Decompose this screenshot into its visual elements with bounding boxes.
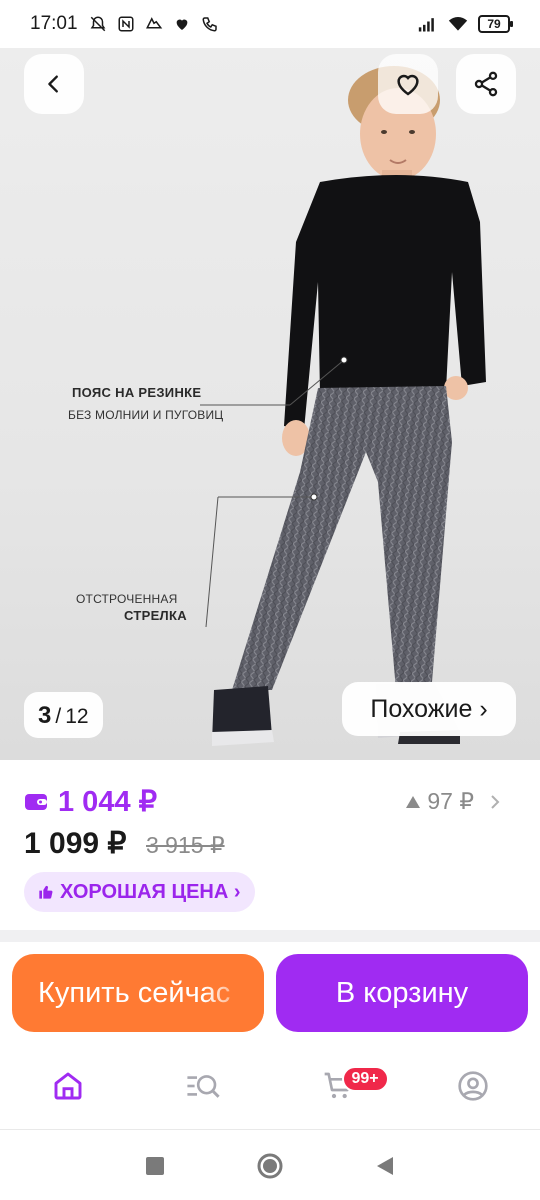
- thumbs-up-icon: [39, 885, 53, 899]
- mute-bell-icon: [88, 14, 108, 34]
- chevron-right-icon: [491, 794, 500, 809]
- section-divider: [0, 930, 540, 942]
- points-amount: 97 ₽: [427, 788, 474, 814]
- old-price: 3 915 ₽: [146, 832, 225, 858]
- image-counter: 3 / 12: [24, 692, 103, 738]
- good-price-label: ХОРОШАЯ ЦЕНА ›: [60, 880, 241, 903]
- image-counter-current: 3: [38, 702, 52, 729]
- favorite-button[interactable]: [378, 54, 438, 114]
- wifi-call-icon: [200, 14, 220, 34]
- status-time: 17:01: [30, 13, 78, 34]
- nav-profile[interactable]: [443, 1056, 503, 1116]
- product-image-gallery[interactable]: ПОЯС НА РЕЗИНКЕ БЕЗ МОЛНИИ И ПУГОВИЦ ОТС…: [0, 42, 540, 760]
- catalog-search-icon: [186, 1074, 220, 1098]
- image-counter-total: 12: [65, 705, 89, 728]
- triangle-up-icon: [406, 795, 421, 808]
- wallet-icon: [25, 793, 47, 810]
- waist-annotation-title: ПОЯС НА РЕЗИНКЕ: [72, 385, 202, 400]
- nav-catalog[interactable]: [173, 1056, 233, 1116]
- wallet-price[interactable]: 1 044 ₽: [24, 784, 157, 819]
- share-icon: [474, 71, 498, 97]
- share-button[interactable]: [456, 54, 516, 114]
- home-icon: [54, 1072, 81, 1099]
- wifi-icon: [448, 14, 468, 34]
- wallet-price-amount: 1 044 ₽: [58, 786, 158, 818]
- price-card: 1 044 ₽ 97 ₽ 1 099 ₽ 3 915 ₽ ХОРОШАЯ ЦЕН…: [0, 760, 540, 930]
- running-shoe-icon: [144, 14, 164, 34]
- status-bar: 17:01 79: [0, 0, 540, 48]
- current-price: 1 099 ₽: [24, 827, 127, 860]
- buy-now-fade: [204, 954, 264, 1032]
- buy-now-button[interactable]: Купить сейчас: [12, 954, 264, 1032]
- add-to-cart-button[interactable]: В корзину: [276, 954, 528, 1032]
- heart-icon: [172, 14, 192, 34]
- back-system-button[interactable]: [374, 1155, 396, 1177]
- good-price-badge[interactable]: ХОРОШАЯ ЦЕНА ›: [24, 872, 255, 912]
- cart-count-badge: 99+: [341, 1065, 389, 1092]
- home-system-button[interactable]: [256, 1152, 284, 1180]
- chevron-left-icon: [48, 75, 58, 93]
- nav-cart[interactable]: 99+: [308, 1056, 389, 1116]
- image-counter-separator: /: [55, 705, 62, 728]
- bottom-navigation: 99+: [0, 1042, 540, 1130]
- waist-annotation-subtitle: БЕЗ МОЛНИИ И ПУГОВИЦ: [68, 408, 224, 422]
- recents-button[interactable]: [144, 1155, 166, 1177]
- system-navigation: [0, 1131, 540, 1200]
- status-icons-right: 79: [418, 14, 513, 34]
- profile-icon: [457, 1070, 488, 1101]
- battery-icon: 79: [478, 15, 513, 33]
- product-photo: [200, 66, 486, 746]
- similar-items-button[interactable]: Похожие ›: [342, 682, 516, 736]
- nav-home[interactable]: [38, 1056, 98, 1116]
- buy-now-label: Купить сейчас: [38, 976, 231, 1009]
- crease-annotation-line1: ОТСТРОЧЕННАЯ: [76, 592, 178, 606]
- signal-icon: [418, 14, 438, 34]
- points-reward[interactable]: 97 ₽: [405, 788, 502, 815]
- heart-outline-icon: [397, 74, 419, 96]
- action-bar: Купить сейчас В корзину: [0, 942, 540, 1042]
- back-button[interactable]: [24, 54, 84, 114]
- nfc-icon: [116, 14, 136, 34]
- status-icons-left: [88, 14, 220, 34]
- crease-annotation-line2: СТРЕЛКА: [124, 608, 187, 623]
